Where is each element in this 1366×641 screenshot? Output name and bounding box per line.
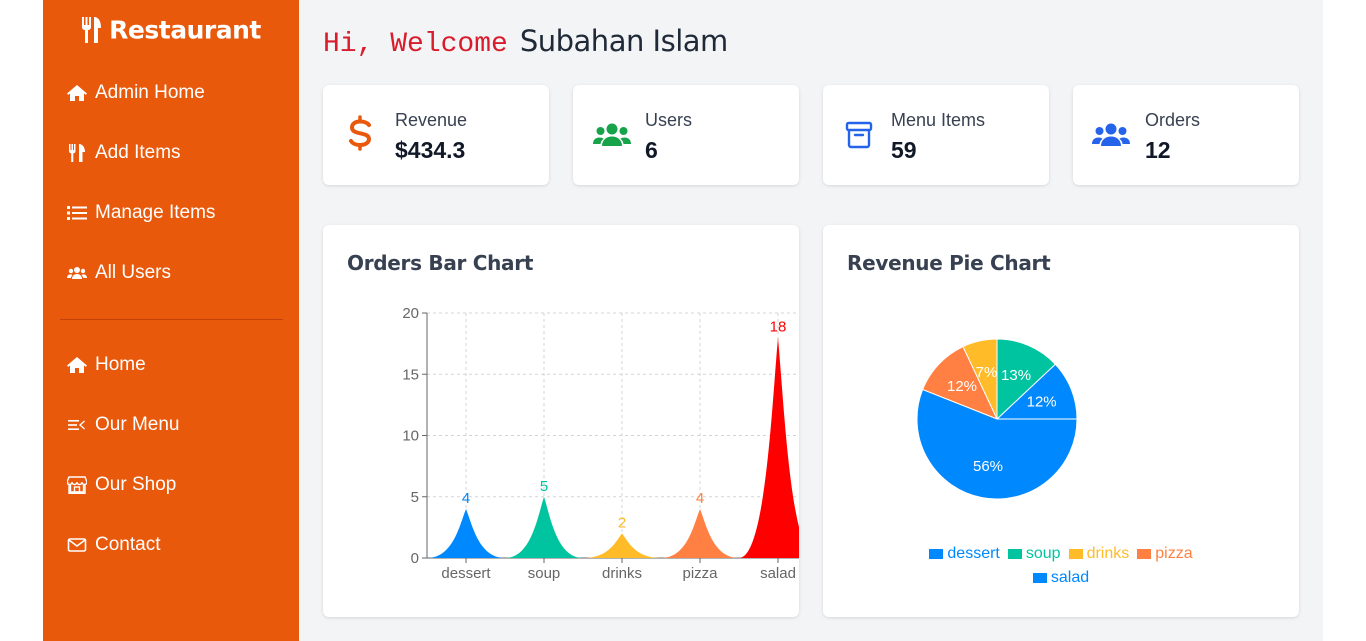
stat-value: 59 (891, 137, 917, 163)
sidebar-item-manage-items[interactable]: Manage Items (67, 198, 215, 228)
greeting-user-name: Subahan Islam (519, 24, 728, 58)
stat-value: 12 (1145, 137, 1171, 163)
sidebar-item-our-menu[interactable]: Our Menu (67, 410, 179, 440)
sidebar-divider (60, 319, 283, 320)
bar-value-label: 5 (540, 478, 548, 495)
bar-value-label: 2 (618, 515, 626, 532)
orders-bar-chart-panel: Orders Bar Chart 0 5 10 15 20 4 dessert 5 soup 2 d… (323, 225, 799, 617)
sidebar-item-add-items[interactable]: Add Items (67, 138, 181, 168)
legend-item-dessert[interactable]: dessert (929, 542, 1000, 566)
legend-swatch (1068, 548, 1083, 559)
sidebar-item-all-users[interactable]: All Users (67, 258, 171, 288)
sidebar-item-label: Home (95, 354, 146, 375)
sidebar-item-our-shop[interactable]: Our Shop (67, 470, 176, 500)
users-icon (593, 123, 631, 146)
pie-percent-label: 56% (973, 458, 1003, 475)
sidebar-item-admin-home[interactable]: Admin Home (67, 78, 205, 108)
stat-card-revenue: Revenue $434.3 (323, 85, 549, 185)
page-title: Hi, Welcome Subahan Islam (323, 24, 728, 60)
utensils-icon (69, 144, 85, 162)
archive-box-icon (845, 121, 873, 149)
sidebar-item-contact[interactable]: Contact (67, 530, 160, 560)
y-tick-label: 15 (402, 366, 419, 383)
legend-label: drinks (1086, 545, 1130, 562)
stat-label: Orders (1145, 110, 1201, 130)
x-tick-label: drinks (602, 565, 642, 582)
legend-label: pizza (1155, 545, 1193, 562)
bar-value-label: 4 (462, 490, 470, 507)
legend-row: salad (823, 566, 1299, 590)
sidebar-item-label: Our Menu (95, 414, 180, 435)
sidebar-item-label: Admin Home (95, 82, 205, 103)
stat-value: $434.3 (395, 137, 466, 163)
legend-swatch (1032, 572, 1047, 583)
legend-swatch (1007, 548, 1022, 559)
bar-salad (739, 337, 799, 558)
users-icon (1092, 123, 1130, 146)
legend-item-pizza[interactable]: pizza (1137, 542, 1193, 566)
dollar-icon (349, 115, 372, 151)
legend-item-drinks[interactable]: drinks (1068, 542, 1130, 566)
house-icon (67, 357, 87, 373)
legend-label: salad (1050, 569, 1090, 586)
utensils-icon (82, 17, 102, 43)
x-tick-label: pizza (682, 565, 718, 582)
y-tick-label: 10 (402, 428, 419, 445)
x-tick-label: salad (760, 565, 796, 582)
legend-swatch (1137, 548, 1152, 559)
y-tick-label: 0 (411, 550, 419, 567)
stat-label: Users (645, 110, 693, 130)
greeting-prefix: Hi, Welcome (323, 29, 508, 60)
users-icon (67, 267, 87, 279)
stat-label: Menu Items (891, 110, 986, 130)
sidebar-item-label: Contact (95, 534, 161, 555)
menu-icon (68, 420, 85, 430)
bar-drinks (583, 533, 661, 558)
stat-value: 6 (645, 137, 658, 163)
stat-card-menu-items: Menu Items 59 (823, 85, 1049, 185)
list-icon (67, 206, 87, 220)
legend-label: soup (1025, 545, 1061, 562)
pie-percent-label: 12% (947, 378, 977, 395)
sidebar-item-label: Add Items (95, 142, 181, 163)
legend-label: dessert (947, 545, 1000, 562)
main-content: Hi, Welcome Subahan Islam Revenue $434.3 … (299, 0, 1323, 641)
y-tick-label: 20 (402, 305, 419, 322)
legend-swatch (929, 548, 944, 559)
bar-dessert (427, 509, 505, 558)
legend-item-salad[interactable]: salad (1032, 566, 1090, 590)
brand-name: Restaurant (109, 15, 261, 45)
bar-value-label: 18 (770, 319, 787, 336)
legend-row: dessert soup drinks pizza (823, 542, 1299, 566)
legend-item-soup[interactable]: soup (1007, 542, 1061, 566)
y-tick-label: 5 (411, 489, 419, 506)
bar-pizza (661, 509, 739, 558)
brand-logo[interactable]: Restaurant (43, 14, 299, 45)
x-tick-label: soup (528, 565, 561, 582)
sidebar-item-home[interactable]: Home (67, 350, 146, 380)
pie-percent-label: 12% (1027, 393, 1057, 410)
sidebar-item-label: Manage Items (95, 202, 216, 223)
bar-value-label: 4 (696, 490, 704, 507)
x-tick-label: dessert (441, 565, 491, 582)
bar-soup (505, 496, 583, 558)
pie-percent-label: 7% (976, 364, 998, 381)
house-icon (67, 85, 87, 101)
orders-bar-chart: 0 5 10 15 20 4 dessert 5 soup 2 drinks 4 pizza 18 sala… (402, 305, 799, 582)
sidebar-item-label: All Users (95, 262, 172, 283)
sidebar: Restaurant Admin Home Add Items Manage I… (43, 0, 299, 641)
stat-label: Revenue (395, 110, 468, 130)
stat-card-orders: Orders 12 (1073, 85, 1299, 185)
revenue-pie-chart-panel: Revenue Pie Chart 12% 13% 7% 12% 56% dessert… (823, 225, 1299, 617)
pie-legend: dessert soup drinks pizza salad (823, 542, 1299, 590)
revenue-pie-chart: 12%13%7%12%56% (916, 338, 1078, 500)
shop-icon (67, 476, 87, 494)
envelope-icon (67, 538, 87, 552)
stat-card-users: Users 6 (573, 85, 799, 185)
sidebar-item-label: Our Shop (95, 474, 177, 495)
pie-percent-label: 13% (1001, 367, 1031, 384)
